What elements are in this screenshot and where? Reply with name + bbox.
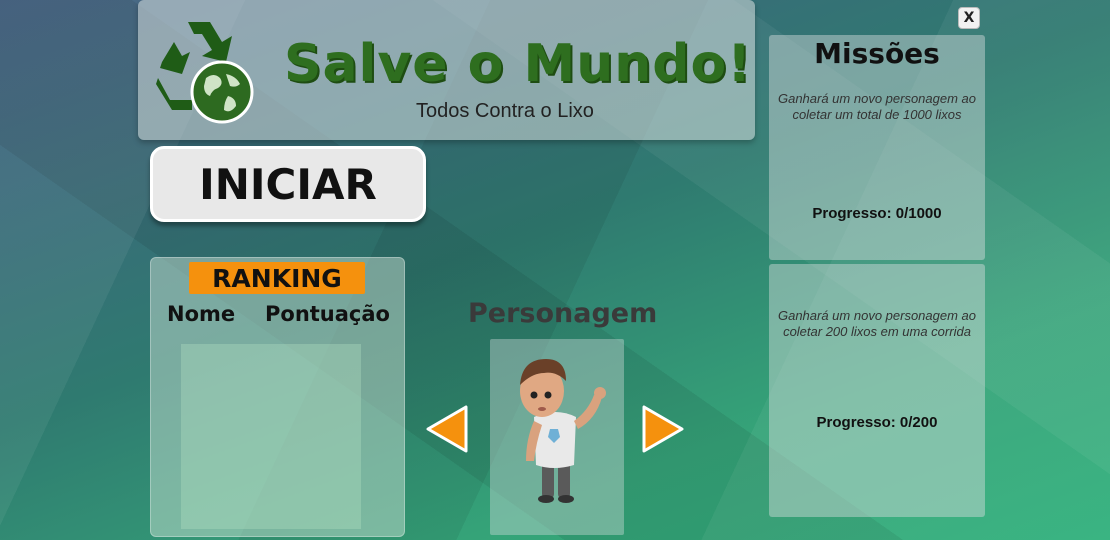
- recycle-globe-logo: [156, 22, 254, 124]
- game-subtitle: Todos Contra o Lixo: [416, 100, 594, 122]
- ranking-column-score: Pontuação: [265, 302, 390, 326]
- ranking-list: [181, 344, 361, 529]
- character-figure: [520, 359, 606, 503]
- mission-description: Ganhará um novo personagem ao coletar 20…: [777, 308, 976, 339]
- ranking-badge: RANKING: [189, 262, 365, 294]
- character-title: Personagem: [468, 298, 658, 329]
- missions-title: Missões: [814, 37, 940, 70]
- game-title: Salve o Mundo!: [284, 34, 752, 94]
- mission-progress: Progresso: 0/1000: [812, 205, 942, 222]
- start-button[interactable]: INICIAR: [150, 146, 426, 222]
- mission-card: Missões Ganhará um novo personagem ao co…: [769, 35, 985, 260]
- previous-character-arrow-icon[interactable]: [424, 404, 470, 454]
- character-preview: [490, 339, 624, 535]
- mission-description: Ganhará um novo personagem ao coletar um…: [777, 91, 976, 122]
- ranking-column-name: Nome: [167, 302, 236, 326]
- close-button[interactable]: X: [958, 7, 980, 29]
- ranking-panel: RANKING Nome Pontuação: [150, 257, 405, 537]
- title-banner: Salve o Mundo! Todos Contra o Lixo: [138, 0, 755, 140]
- mission-card: Ganhará um novo personagem ao coletar 20…: [769, 264, 985, 517]
- next-character-arrow-icon[interactable]: [640, 404, 686, 454]
- mission-progress: Progresso: 0/200: [816, 414, 938, 431]
